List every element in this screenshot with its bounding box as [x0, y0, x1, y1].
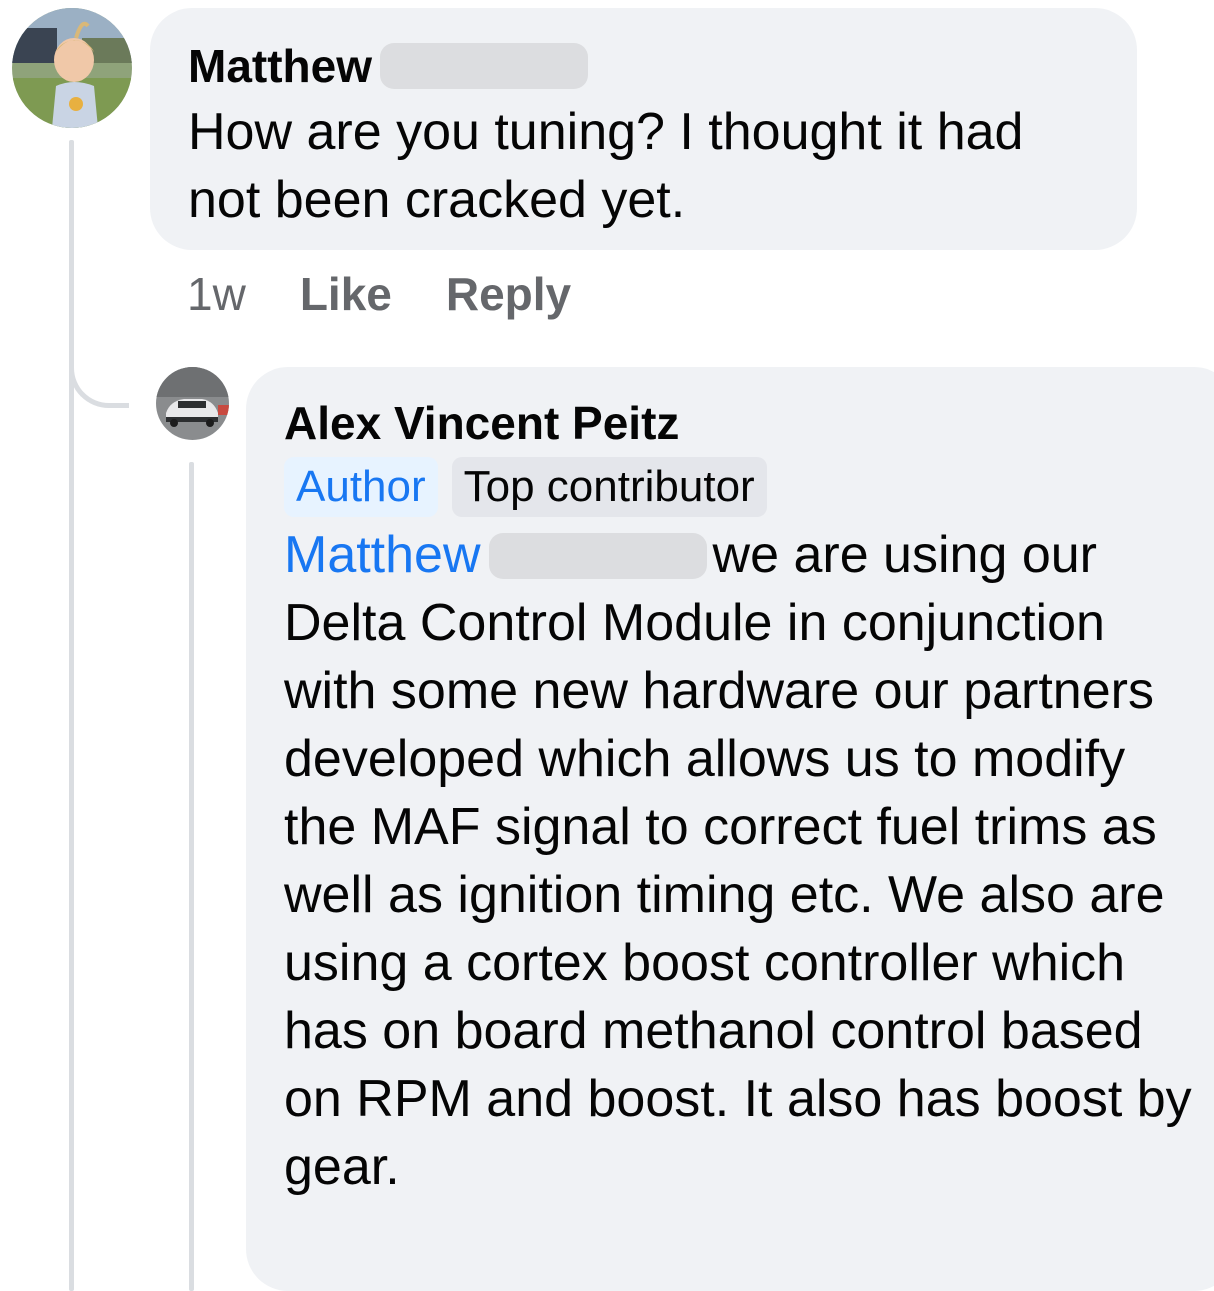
comment-bubble: Matthew How are you tuning? I thought it… — [150, 8, 1137, 250]
car-photo-icon — [156, 367, 229, 440]
thread-line — [69, 140, 74, 1291]
reply-bubble: Alex Vincent Peitz Author Top contributo… — [246, 367, 1214, 1291]
comment-actions: 1w Like Reply — [187, 262, 625, 326]
redacted-surname — [380, 43, 588, 89]
reply-avatar[interactable] — [156, 367, 229, 440]
author-badge: Author — [284, 457, 438, 517]
reply-button[interactable]: Reply — [446, 267, 571, 321]
like-button[interactable]: Like — [300, 267, 392, 321]
reply-thread-line — [189, 462, 194, 1291]
author-name[interactable]: Matthew — [188, 36, 372, 96]
reply-body: we are using our Delta Control Module in… — [284, 526, 1192, 1196]
author-badges: Author Top contributor — [284, 457, 1198, 517]
comment-timestamp[interactable]: 1w — [187, 267, 246, 321]
redacted-surname — [488, 533, 707, 580]
comment-text: How are you tuning? I thought it had not… — [188, 103, 1024, 229]
reply-connector — [69, 340, 129, 408]
top-contributor-badge: Top contributor — [451, 457, 767, 517]
avatar-photo-icon — [12, 8, 132, 128]
avatar[interactable] — [12, 8, 132, 128]
mention-link[interactable]: Matthew — [284, 526, 481, 584]
reply-author[interactable]: Alex Vincent Peitz — [284, 393, 1198, 453]
reply-text: Matthew we are using our Delta Control Mo… — [284, 521, 1204, 1201]
comment-author[interactable]: Matthew — [188, 36, 1099, 96]
